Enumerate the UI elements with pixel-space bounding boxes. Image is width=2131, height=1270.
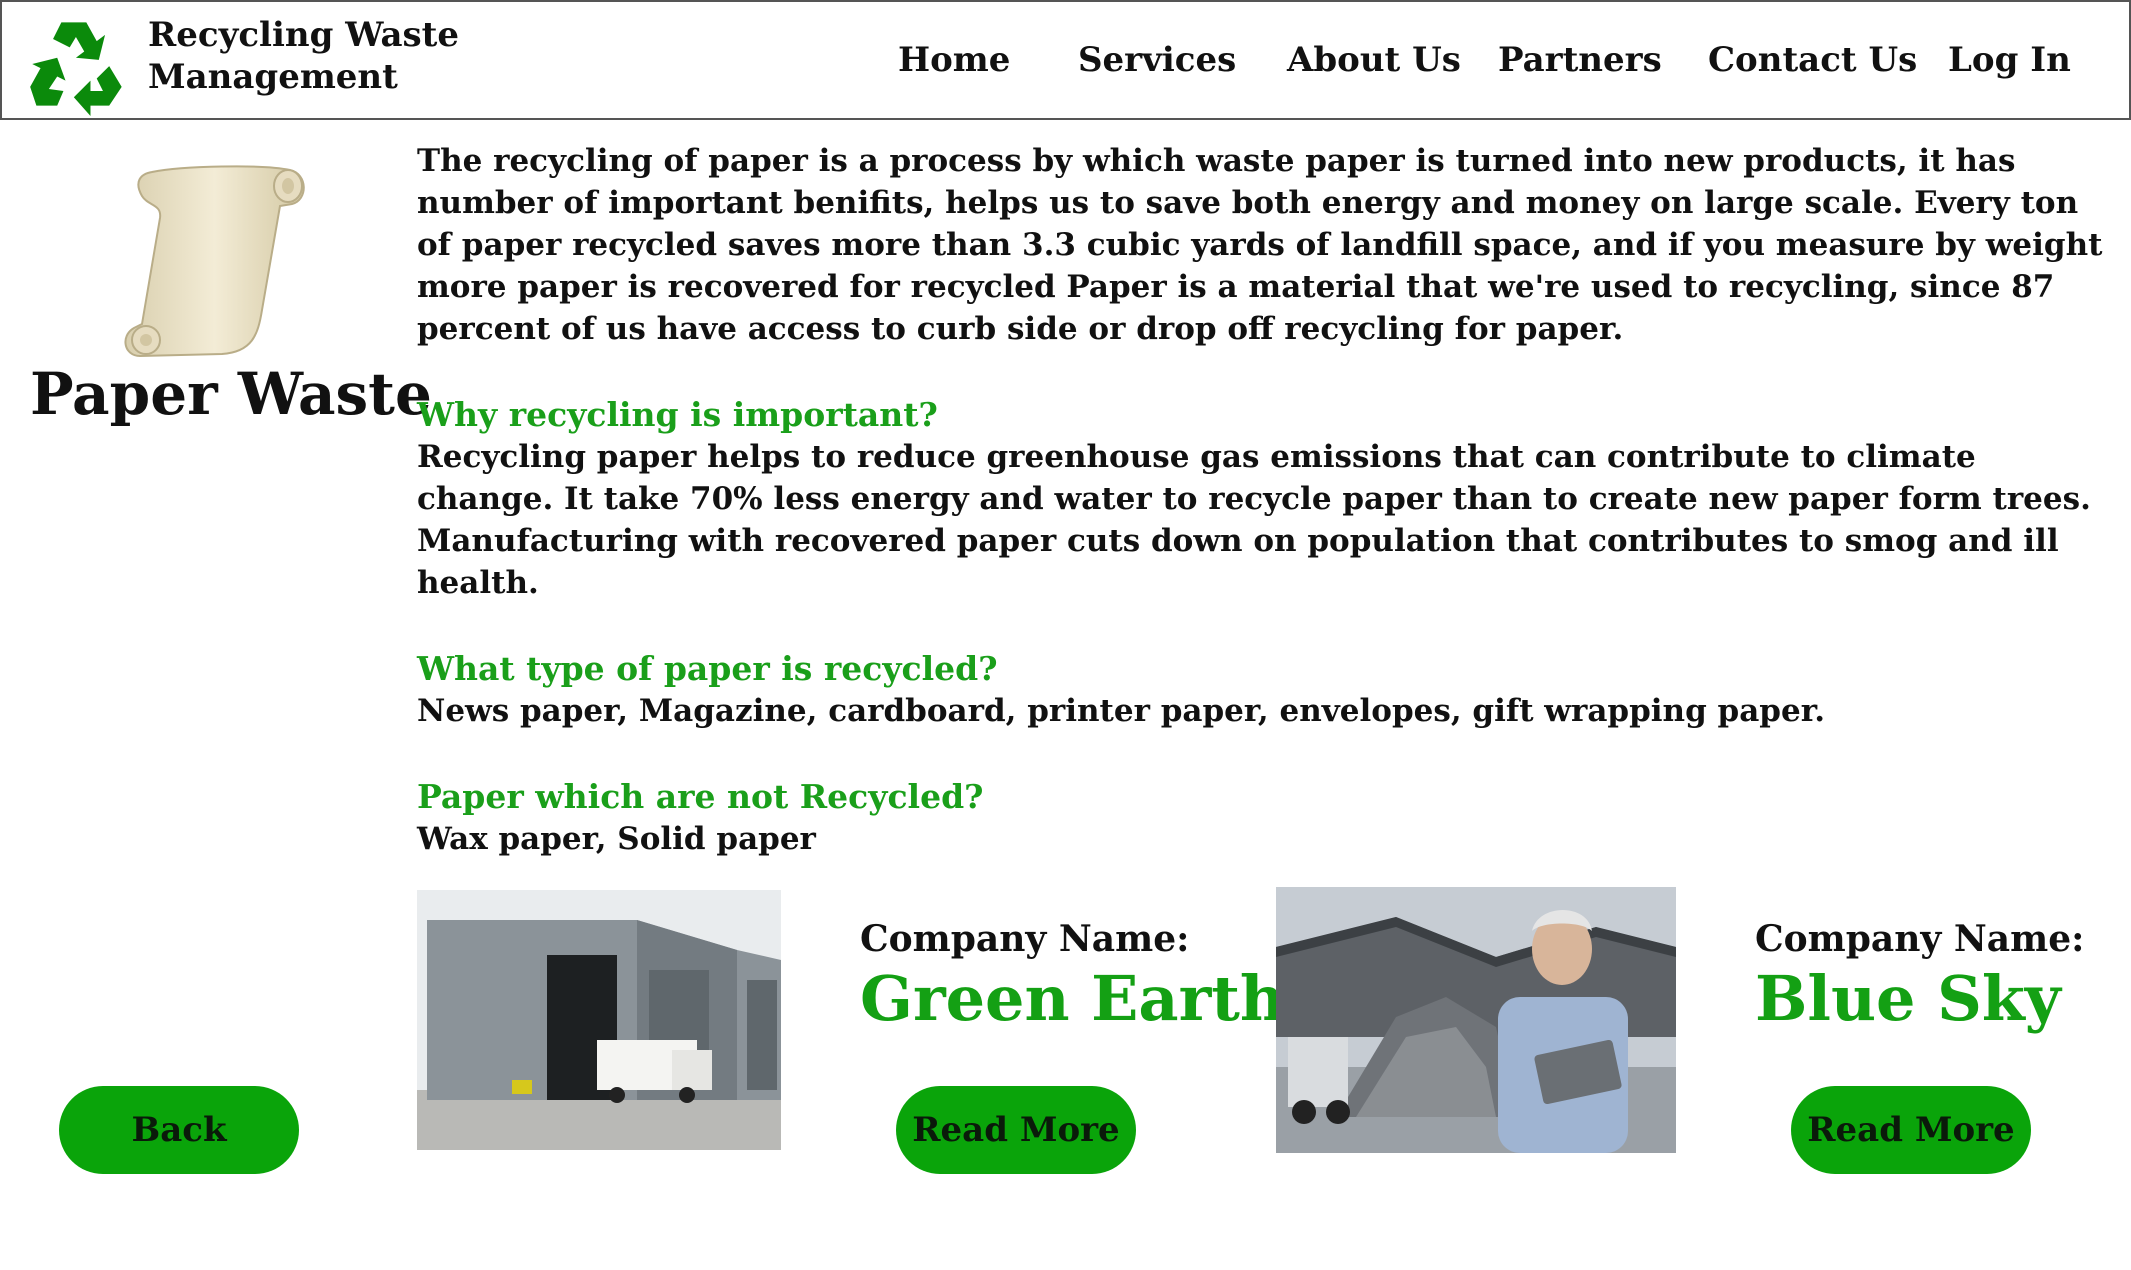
main-content: The recycling of paper is a process by w… — [417, 140, 2117, 860]
company-photo-blue-sky — [1276, 887, 1676, 1153]
brand-line-2: Management — [148, 57, 398, 97]
page-title: Paper Waste — [30, 360, 432, 428]
company-label-1: Company Name: — [860, 918, 1190, 960]
back-button[interactable]: Back — [59, 1086, 299, 1174]
nav-home[interactable]: Home — [898, 40, 1010, 80]
nav-about-us[interactable]: About Us — [1287, 40, 1461, 80]
nav-partners[interactable]: Partners — [1498, 40, 1662, 80]
read-more-button-green-earth[interactable]: Read More — [896, 1086, 1136, 1174]
nav-log-in[interactable]: Log In — [1948, 40, 2071, 80]
section-text-why: Recycling paper helps to reduce greenhou… — [417, 439, 2091, 601]
intro-paragraph: The recycling of paper is a process by w… — [417, 143, 2103, 347]
section-text-not-recycled: Wax paper, Solid paper — [417, 821, 816, 857]
section-heading-type: What type of paper is recycled? — [417, 649, 998, 688]
company-name-blue-sky: Blue Sky — [1755, 962, 2061, 1035]
section-heading-not-recycled: Paper which are not Recycled? — [417, 777, 984, 816]
section-heading-why: Why recycling is important? — [417, 395, 938, 434]
recycle-icon[interactable] — [24, 12, 132, 116]
nav-contact-us[interactable]: Contact Us — [1708, 40, 1917, 80]
company-photo-green-earth — [417, 890, 781, 1150]
read-more-button-blue-sky[interactable]: Read More — [1791, 1086, 2031, 1174]
section-text-type: News paper, Magazine, cardboard, printer… — [417, 693, 1825, 729]
paper-scroll-icon — [124, 165, 305, 358]
brand-line-1: Recycling Waste — [148, 15, 459, 55]
company-label-2: Company Name: — [1755, 918, 2085, 960]
brand-name[interactable]: Recycling Waste Management — [148, 14, 459, 98]
header: Recycling Waste Management Home Services… — [0, 0, 2131, 120]
nav-services[interactable]: Services — [1078, 40, 1236, 80]
company-name-green-earth: Green Earth — [860, 962, 1285, 1035]
